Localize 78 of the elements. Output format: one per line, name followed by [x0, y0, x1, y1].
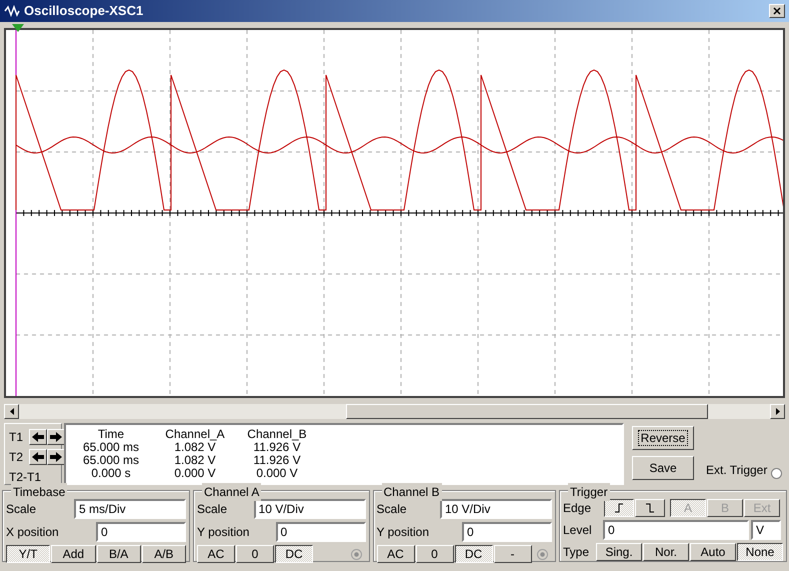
field-label: Level	[563, 522, 593, 539]
toggle-button[interactable]: AC	[376, 545, 415, 563]
edge-button[interactable]	[604, 499, 634, 517]
toggle-button[interactable]: Sing.	[596, 543, 642, 561]
table-cell-text: 11.926 V	[253, 441, 301, 454]
toggle-button[interactable]: None	[737, 543, 783, 561]
table-cell-text: 65.000 ms	[82, 441, 140, 454]
scroll-left-button[interactable]	[4, 404, 19, 419]
input-field[interactable]: 10 V/Div	[254, 499, 366, 519]
input-field[interactable]: 5 ms/Div	[74, 499, 186, 519]
cursor-arrow-button[interactable]	[47, 429, 65, 445]
table-cell-text: 11.926 V	[252, 454, 302, 467]
table-cell-text: 0.000 s	[90, 467, 132, 480]
input-field[interactable]: 0	[462, 522, 552, 542]
toggle-button[interactable]: Add	[51, 545, 96, 563]
action-button[interactable]: Save	[632, 456, 694, 480]
field-label: X position	[6, 524, 59, 541]
toggle-button[interactable]: 0	[416, 545, 454, 563]
left-arrow-icon	[32, 452, 44, 462]
right-arrow-icon	[50, 452, 62, 462]
field-label: Y position	[376, 524, 429, 541]
column-header: Channel_A	[164, 428, 226, 441]
field-label: Type	[563, 544, 590, 561]
cursor-marker-icon	[12, 24, 24, 32]
table-cell-text: 1.082 V	[174, 441, 216, 454]
scroll-right-button[interactable]	[770, 404, 785, 419]
cursor-label: T1	[9, 429, 24, 446]
action-button[interactable]: Reverse	[632, 426, 694, 450]
left-arrow-icon	[32, 432, 44, 442]
cursor-arrow-button[interactable]	[47, 449, 65, 465]
toggle-button[interactable]: DC	[454, 545, 493, 563]
cursor-arrow-button[interactable]	[29, 449, 47, 465]
close-icon	[773, 7, 781, 15]
toggle-button[interactable]: Auto	[690, 543, 736, 561]
ext-trigger-label: Ext. Trigger	[706, 462, 768, 479]
group-title: Channel B	[382, 483, 442, 501]
input-field[interactable]: 0	[603, 520, 749, 540]
radio-icon[interactable]	[771, 468, 782, 479]
field-label: Scale	[197, 501, 228, 518]
rising-edge-icon	[614, 502, 624, 514]
input-field[interactable]: 0	[276, 522, 366, 542]
table-cell-text: 65.000 ms	[82, 454, 140, 467]
input-field[interactable]: 10 V/Div	[440, 499, 552, 519]
left-arrow-icon	[10, 408, 14, 415]
toggle-button[interactable]: Y/T	[6, 545, 50, 563]
toggle-button[interactable]: B/A	[96, 545, 141, 563]
window-title: Oscilloscope-XSC1	[24, 2, 144, 20]
toggle-button[interactable]: A/B	[142, 545, 186, 563]
waveform-icon	[4, 5, 20, 17]
cursor-label: T2-T1	[9, 469, 42, 486]
toggle-button[interactable]: 0	[236, 545, 274, 563]
close-button[interactable]	[769, 4, 785, 18]
toggle-button[interactable]: -	[494, 545, 532, 563]
field-label: Y position	[197, 524, 250, 541]
unit-field[interactable]: V	[751, 520, 781, 540]
group-title: Trigger	[568, 483, 610, 501]
column-header: Channel_B	[246, 428, 308, 441]
right-arrow-icon	[776, 408, 780, 415]
toggle-button[interactable]: Nor.	[643, 543, 689, 561]
cursor-arrow-button[interactable]	[29, 429, 47, 445]
radio-icon[interactable]	[537, 548, 548, 560]
scrollbar-thumb[interactable]	[346, 404, 708, 419]
table-cell-text: 0.000 V	[255, 467, 299, 480]
field-label: Scale	[376, 501, 407, 518]
right-arrow-icon	[50, 432, 62, 442]
horizontal-scrollbar[interactable]	[4, 404, 785, 419]
field-label: Edge	[563, 500, 592, 517]
falling-edge-icon	[645, 502, 655, 514]
toggle-button[interactable]: AC	[197, 545, 235, 563]
table-cell-text: 1.082 V	[173, 454, 217, 467]
field-label: Scale	[6, 501, 36, 518]
toggle-button[interactable]: DC	[275, 545, 313, 563]
radio-icon[interactable]	[350, 548, 362, 560]
input-field[interactable]: 0	[96, 522, 186, 542]
column-header: Time	[96, 428, 126, 441]
table-cell-text: 0.000 V	[173, 467, 217, 480]
cursor-label: T2	[9, 449, 24, 466]
group-title: Channel A	[202, 483, 262, 501]
